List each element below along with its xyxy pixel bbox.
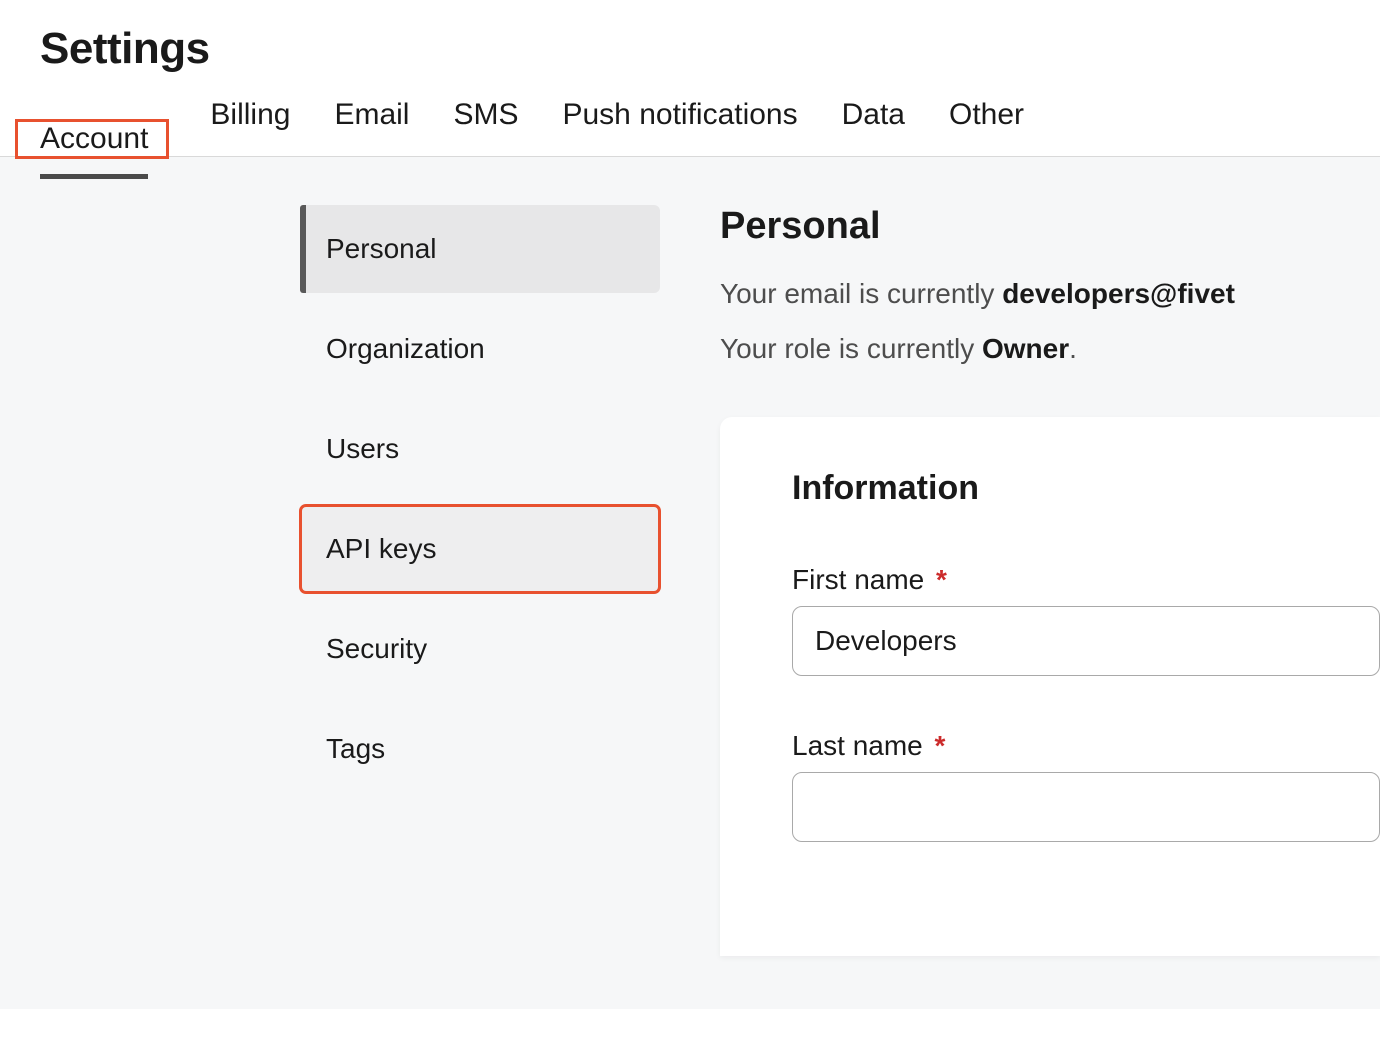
last-name-input[interactable] (792, 772, 1380, 842)
information-card: Information First name * Last name * (720, 417, 1380, 956)
email-line: Your email is currently developers@fivet (720, 272, 1380, 315)
sidebar-item-users[interactable]: Users (300, 405, 660, 493)
tab-email[interactable]: Email (334, 92, 409, 156)
tab-account-highlight: Account (18, 122, 166, 156)
tab-billing[interactable]: Billing (210, 92, 290, 156)
role-value: Owner (982, 333, 1069, 364)
account-sidebar: Personal Organization Users API keys Sec… (0, 157, 660, 1009)
required-asterisk-icon: * (936, 564, 947, 595)
role-line-prefix: Your role is currently (720, 333, 982, 364)
sidebar-item-api-keys[interactable]: API keys (300, 505, 660, 593)
first-name-label: First name * (792, 564, 1380, 596)
sidebar-item-personal[interactable]: Personal (300, 205, 660, 293)
email-value: developers@fivet (1002, 278, 1235, 309)
settings-tabs: Account Billing Email SMS Push notificat… (0, 92, 1380, 157)
main-content: Personal Your email is currently develop… (660, 157, 1380, 1009)
required-asterisk-icon: * (935, 730, 946, 761)
tab-account[interactable]: Account (40, 116, 148, 179)
tab-other[interactable]: Other (949, 92, 1024, 156)
tab-sms[interactable]: SMS (453, 92, 518, 156)
last-name-label-text: Last name (792, 730, 923, 761)
email-line-prefix: Your email is currently (720, 278, 1002, 309)
page-title: Settings (0, 0, 1380, 92)
field-first-name: First name * (792, 564, 1380, 676)
tab-data[interactable]: Data (842, 92, 905, 156)
sidebar-item-tags[interactable]: Tags (300, 705, 660, 793)
last-name-label: Last name * (792, 730, 1380, 762)
card-title: Information (792, 469, 1380, 508)
first-name-input[interactable] (792, 606, 1380, 676)
sidebar-item-organization[interactable]: Organization (300, 305, 660, 393)
sidebar-item-security[interactable]: Security (300, 605, 660, 693)
tab-push-notifications[interactable]: Push notifications (562, 92, 797, 156)
field-last-name: Last name * (792, 730, 1380, 842)
first-name-label-text: First name (792, 564, 924, 595)
role-line: Your role is currently Owner. (720, 327, 1380, 370)
role-line-suffix: . (1069, 333, 1077, 364)
section-heading: Personal (720, 205, 1380, 248)
